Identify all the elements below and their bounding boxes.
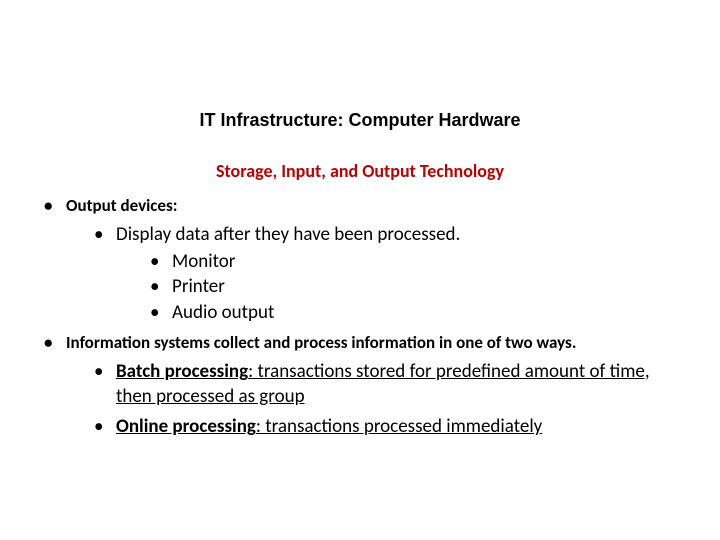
bullet-list-level2: Display data after they have been proces…: [66, 223, 680, 326]
bullet-printer: Printer: [146, 275, 680, 300]
slide: IT Infrastructure: Computer Hardware Sto…: [0, 0, 720, 540]
text: Display data after they have been proces…: [116, 223, 460, 246]
bullet-output-devices: Output devices: Display data after they …: [40, 195, 680, 326]
bullet-online-processing: Online processing: transactions processe…: [90, 415, 680, 440]
text: Output devices:: [66, 195, 177, 216]
text: Information systems collect and process …: [66, 332, 576, 353]
bullet-batch-processing: Batch processing: transactions stored fo…: [90, 360, 680, 409]
bullet-info-systems: Information systems collect and process …: [40, 332, 680, 440]
bullet-list-level3: Monitor Printer Audio output: [116, 250, 680, 326]
slide-title: IT Infrastructure: Computer Hardware: [0, 110, 720, 131]
slide-content: Output devices: Display data after they …: [40, 195, 680, 446]
text: Printer: [172, 275, 225, 298]
slide-subtitle: Storage, Input, and Output Technology: [0, 160, 720, 182]
bullet-monitor: Monitor: [146, 250, 680, 275]
term: Batch processing: [116, 360, 248, 383]
bullet-list-level2: Batch processing: transactions stored fo…: [66, 360, 680, 440]
term: Online processing: [116, 415, 256, 438]
text: Audio output: [172, 301, 274, 324]
bullet-display-data: Display data after they have been proces…: [90, 223, 680, 326]
bullet-audio-output: Audio output: [146, 301, 680, 326]
text: : transactions processed immediately: [256, 415, 542, 438]
text: Monitor: [172, 250, 235, 273]
bullet-list-level1: Output devices: Display data after they …: [40, 195, 680, 440]
